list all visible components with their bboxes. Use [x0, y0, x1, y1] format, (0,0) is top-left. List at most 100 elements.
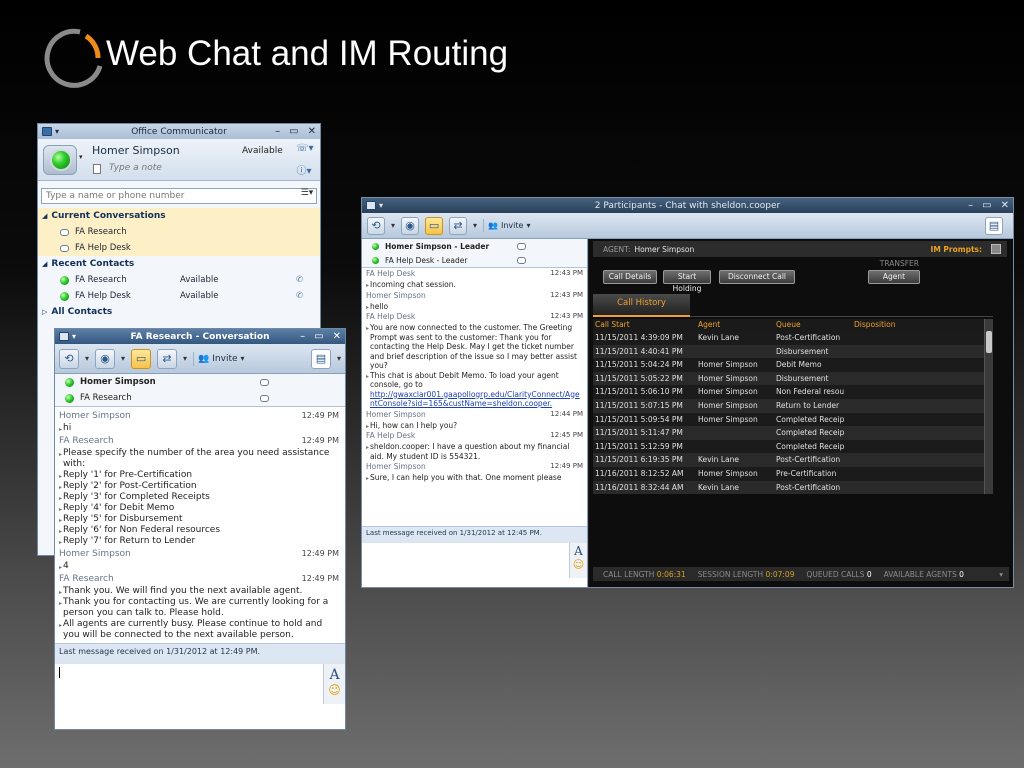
message-time: 12:44 PM — [550, 409, 583, 418]
conversation-name: FA Help Desk — [75, 243, 131, 253]
minimize-icon[interactable]: – — [275, 126, 280, 137]
scrollbar-thumb[interactable] — [986, 331, 992, 353]
agent-console-link[interactable]: http://gwaxclar001.gaapollogrp.edu/Clari… — [362, 390, 587, 409]
table-row[interactable]: 11/15/2011 5:06:10 PM Homer Simpson Non Fe… — [593, 385, 993, 399]
chat-conversation-pane: Homer Simpson - Leader FA Help Desk - Le… — [362, 239, 588, 587]
table-row[interactable]: 11/15/2011 4:40:41 PM Disbursement — [593, 344, 993, 359]
call-icon[interactable]: ⟲ — [59, 348, 79, 369]
invite-button[interactable]: 👥 Invite ▾ — [193, 351, 249, 366]
disconnect-call-button[interactable]: Disconnect Call — [719, 270, 795, 284]
presence-orb-icon[interactable] — [50, 149, 72, 171]
group-header-recent[interactable]: ◢ Recent Contacts — [38, 256, 320, 272]
user-status[interactable]: Available — [242, 146, 283, 156]
bullet-icon: ▸ — [366, 444, 370, 451]
table-row[interactable]: 11/15/2011 6:19:35 PM Kevin Lane Post-Cert… — [593, 453, 993, 467]
im-icon[interactable]: ▭ — [131, 348, 152, 369]
maximize-icon[interactable]: ▭ — [289, 126, 298, 137]
transfer-agent-button[interactable]: Agent — [868, 270, 920, 284]
column-header[interactable]: Call Start — [593, 319, 696, 331]
table-cell: Homer Simpson — [698, 400, 758, 410]
search-options-icon[interactable]: ☰▾ — [296, 188, 318, 204]
group-header-current[interactable]: ◢ Current Conversations — [38, 208, 320, 224]
phone-icon[interactable]: ✆ — [296, 275, 303, 285]
message-input[interactable]: A ☺ — [55, 660, 345, 704]
message-input[interactable]: A ☺ — [362, 540, 587, 578]
maximize-icon[interactable]: ▭ — [982, 200, 991, 211]
close-icon[interactable]: ✕ — [333, 331, 341, 342]
bullet-icon: ▸ — [366, 422, 370, 430]
file-icon[interactable]: ▤ — [985, 216, 1003, 235]
tab-call-history[interactable]: Call History — [593, 294, 690, 317]
conversation-item[interactable]: FA Help Desk — [38, 240, 320, 256]
invite-button[interactable]: 👥 Invite ▾ — [483, 219, 534, 232]
app-menu-icon[interactable] — [59, 332, 69, 341]
column-header[interactable]: Disposition — [852, 319, 982, 331]
user-name[interactable]: Homer Simpson — [92, 144, 180, 157]
table-row[interactable]: 11/15/2011 5:05:22 PM Homer Simpson Disbur… — [593, 371, 993, 386]
minimize-icon[interactable]: – — [300, 331, 305, 342]
menu-arrow-icon[interactable]: ▾ — [55, 127, 59, 136]
participant-row[interactable]: FA Research — [55, 390, 345, 406]
phone-options-icon[interactable]: ☏▾ — [296, 143, 314, 157]
table-cell: Non Federal resou — [776, 387, 845, 397]
phone-icon[interactable]: ✆ — [296, 291, 303, 301]
conversation-name: FA Research — [75, 227, 127, 237]
table-row[interactable]: 11/15/2011 4:39:09 PM Kevin Lane Post-Cert… — [593, 331, 993, 345]
presence-dot-icon — [65, 393, 74, 403]
participant-row[interactable]: Homer Simpson - Leader — [362, 239, 587, 253]
table-row[interactable]: 11/15/2011 5:09:54 PM Homer Simpson Comple… — [593, 412, 993, 427]
message-time: 12:49 PM — [550, 462, 583, 470]
column-header[interactable]: Agent — [696, 319, 774, 331]
contact-item[interactable]: FA Research Available ✆ — [38, 272, 320, 288]
close-icon[interactable]: ✕ — [1001, 200, 1009, 211]
app-menu-icon[interactable] — [366, 201, 376, 210]
message-block: FA Help Desk 12:43 PM ▸ Incoming chat sessi… — [362, 268, 587, 290]
grid-scrollbar[interactable] — [984, 319, 993, 494]
share-icon[interactable]: ⇄ — [157, 348, 178, 369]
table-row[interactable]: 11/15/2011 5:12:59 PM Completed Receip — [593, 439, 993, 454]
emoticon-icon[interactable]: ☺ — [324, 683, 345, 697]
call-details-button[interactable]: Call Details — [603, 270, 657, 284]
file-icon[interactable]: ▤ — [310, 348, 331, 369]
call-icon[interactable]: ⟲ — [367, 216, 385, 235]
im-prompts-dropdown[interactable] — [991, 244, 1001, 254]
font-icon[interactable]: A — [570, 544, 587, 558]
message-text: Hi, how can I help you? — [370, 420, 458, 430]
participant-roster: Homer Simpson FA Research — [55, 374, 345, 407]
search-input[interactable]: Type a name or phone number ☰▾ — [41, 188, 317, 204]
group-header-all[interactable]: ▷ All Contacts — [38, 304, 320, 320]
table-row[interactable]: 11/16/2011 8:32:44 AM Kevin Lane Post-Cert… — [593, 480, 993, 494]
conversation-item[interactable]: FA Research — [38, 224, 320, 240]
message-time: 12:49 PM — [301, 436, 339, 445]
table-row[interactable]: 11/15/2011 5:04:24 PM Homer Simpson Debit … — [593, 358, 993, 372]
maximize-icon[interactable]: ▭ — [314, 331, 323, 342]
video-icon[interactable]: ◉ — [95, 348, 116, 369]
table-row[interactable]: 11/16/2011 8:12:52 AM Homer Simpson Pre-Ce… — [593, 466, 993, 481]
emoticon-icon[interactable]: ☺ — [570, 558, 587, 571]
table-cell: Post-Certification — [776, 482, 841, 492]
column-header[interactable]: Queue — [774, 319, 852, 331]
message-time: 12:43 PM — [550, 269, 583, 277]
minimize-icon[interactable]: – — [968, 200, 973, 211]
share-icon[interactable]: ⇄ — [449, 216, 468, 235]
video-icon[interactable]: ◉ — [401, 216, 420, 235]
message-header: FA Help Desk 12:43 PM — [362, 311, 587, 323]
im-icon[interactable]: ▭ — [425, 216, 444, 235]
menu-arrow-icon[interactable]: ▾ — [379, 201, 383, 210]
im-prompts-label[interactable]: IM Prompts: — [931, 245, 982, 254]
close-icon[interactable]: ✕ — [308, 126, 316, 137]
app-menu-icon[interactable] — [42, 127, 52, 136]
font-icon[interactable]: A — [324, 667, 345, 683]
menu-arrow-icon[interactable]: ▾ — [72, 332, 76, 341]
participant-row[interactable]: FA Help Desk - Leader — [362, 253, 587, 267]
contact-item[interactable]: FA Help Desk Available ✆ — [38, 288, 320, 304]
presence-arrow-icon[interactable]: ▾ — [79, 153, 83, 161]
footer-dropdown-icon[interactable]: ▾ — [999, 570, 1003, 579]
participant-row[interactable]: Homer Simpson — [55, 374, 345, 390]
personal-note-field[interactable]: Type a note — [109, 163, 162, 173]
table-row[interactable]: 11/15/2011 5:07:15 PM Homer Simpson Return… — [593, 398, 993, 413]
table-row[interactable]: 11/15/2011 5:11:47 PM Completed Receip — [593, 426, 993, 440]
info-icon[interactable]: ⓘ▾ — [296, 162, 312, 177]
start-holding-button[interactable]: Start Holding — [663, 270, 711, 293]
message-text: Reply '3' for Completed Receipts — [63, 492, 210, 502]
